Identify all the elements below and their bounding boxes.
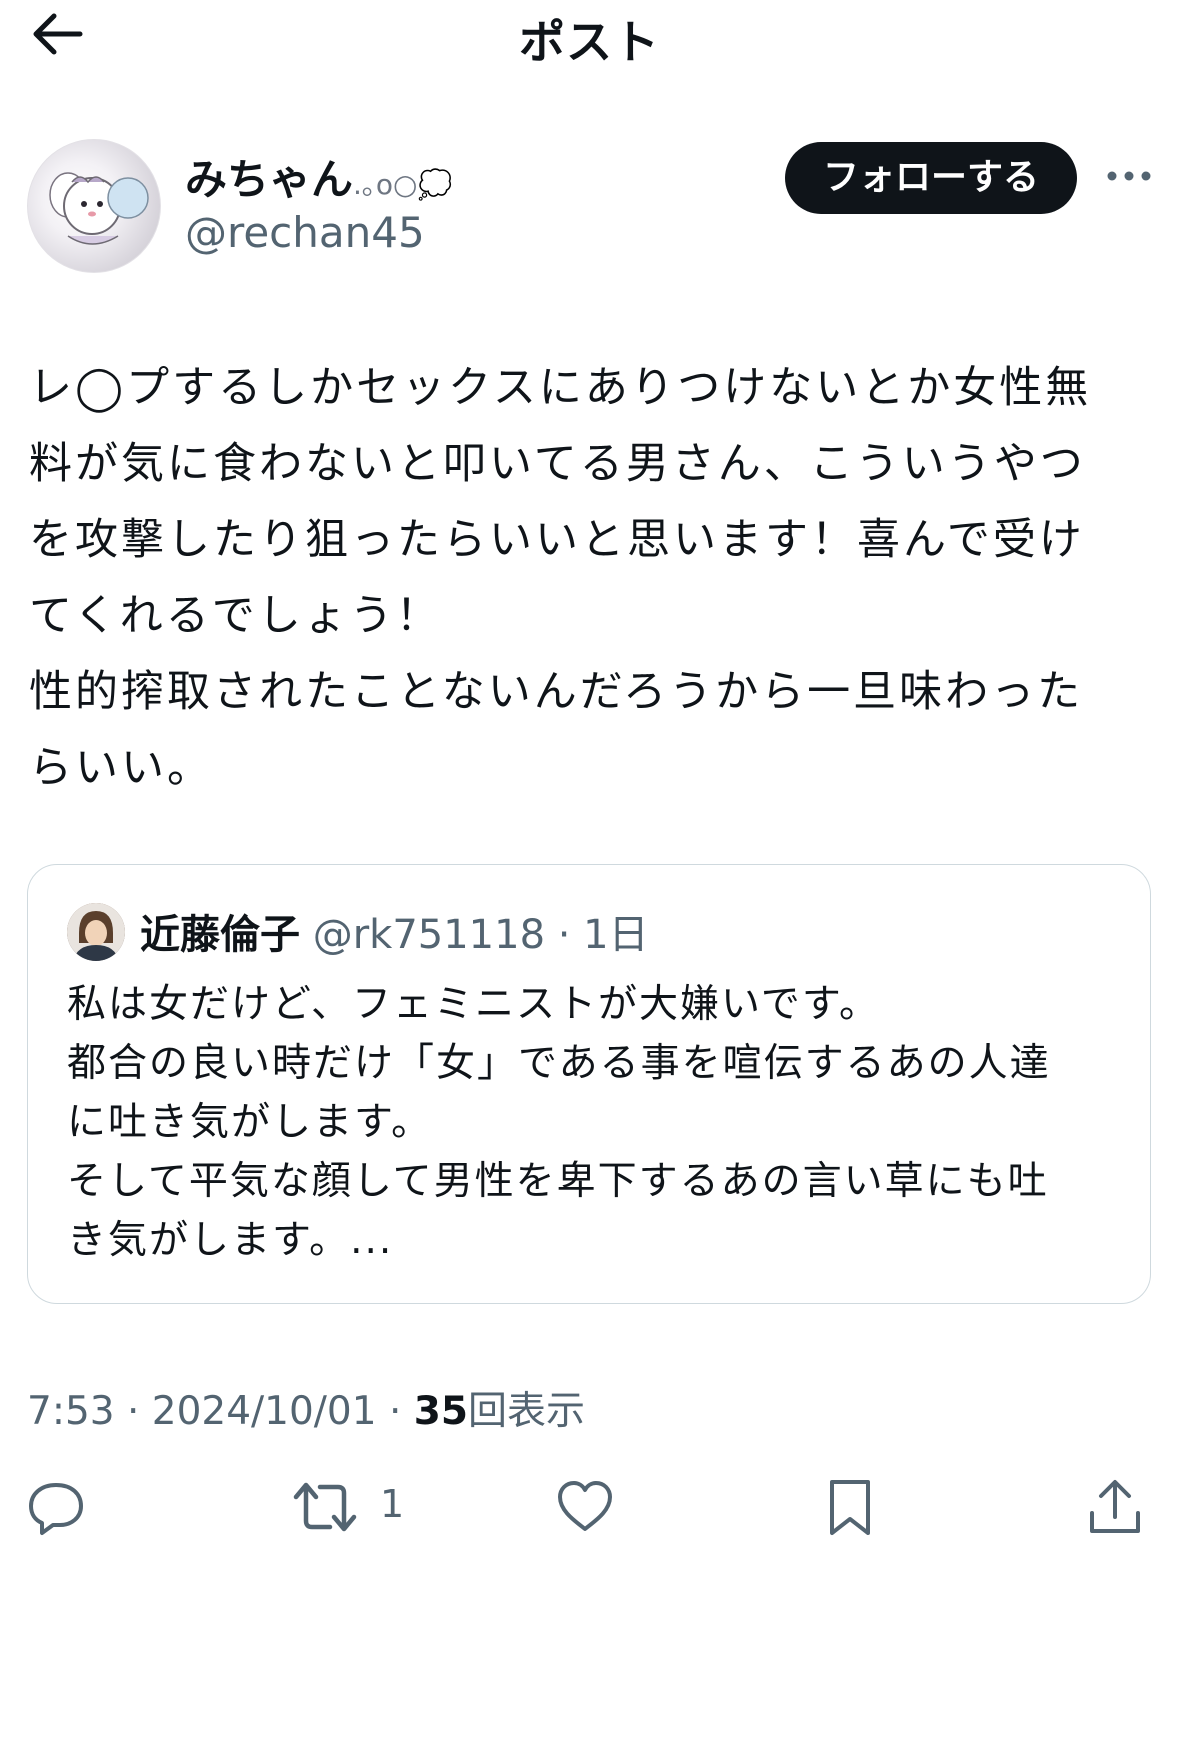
heart-icon — [558, 1481, 612, 1531]
retweet-icon — [293, 1482, 357, 1532]
views-count: 35 — [413, 1389, 469, 1434]
quoted-post-time: · 1日 — [557, 912, 649, 958]
share-button[interactable] — [1085, 1477, 1145, 1539]
share-icon — [1090, 1480, 1140, 1533]
bookmark-icon — [830, 1480, 870, 1535]
post-text: レ◯プするしかセックスにありつけないとか女性無 料が気に食わないと叩いてる男さん… — [29, 363, 1092, 793]
retweet-count: 1 — [380, 1482, 405, 1526]
quoted-post-meta: 近藤倫子 @rk751118 · 1日 — [140, 902, 649, 960]
quoted-author-name: 近藤倫子 — [140, 912, 300, 958]
retweet-button[interactable] — [290, 1477, 360, 1539]
more-horizontal-icon — [1107, 171, 1151, 181]
author-name-decoration: .｡o○💭 — [353, 168, 453, 201]
more-button[interactable] — [1106, 164, 1152, 188]
like-button[interactable] — [555, 1477, 615, 1539]
avatar-illustration — [49, 172, 149, 245]
bookmark-button[interactable] — [820, 1477, 880, 1539]
post-timestamp: 7:53 · 2024/10/01 · — [27, 1389, 414, 1434]
author-avatar[interactable] — [27, 139, 161, 273]
author-handle[interactable]: @rechan45 — [185, 208, 425, 257]
views-label: 回表示 — [468, 1389, 586, 1434]
post-meta: 7:53 · 2024/10/01 · 35回表示 — [27, 1380, 585, 1436]
reply-button[interactable] — [26, 1477, 86, 1539]
quoted-author-avatar — [67, 903, 125, 961]
author-name[interactable]: みちゃん.｡o○💭 — [185, 146, 452, 207]
quoted-post-text: 私は女だけど、フェミニストが大嫌いです。 都合の良い時だけ「女」である事を喧伝す… — [67, 982, 1051, 1263]
reply-icon — [29, 1483, 83, 1535]
author-display-name: みちゃん — [185, 155, 354, 204]
quoted-avatar-photo — [67, 903, 125, 961]
follow-button[interactable]: フォローする — [785, 142, 1077, 214]
page-title: ポスト — [519, 15, 660, 69]
quoted-author-handle: @rk751118 — [312, 912, 546, 958]
